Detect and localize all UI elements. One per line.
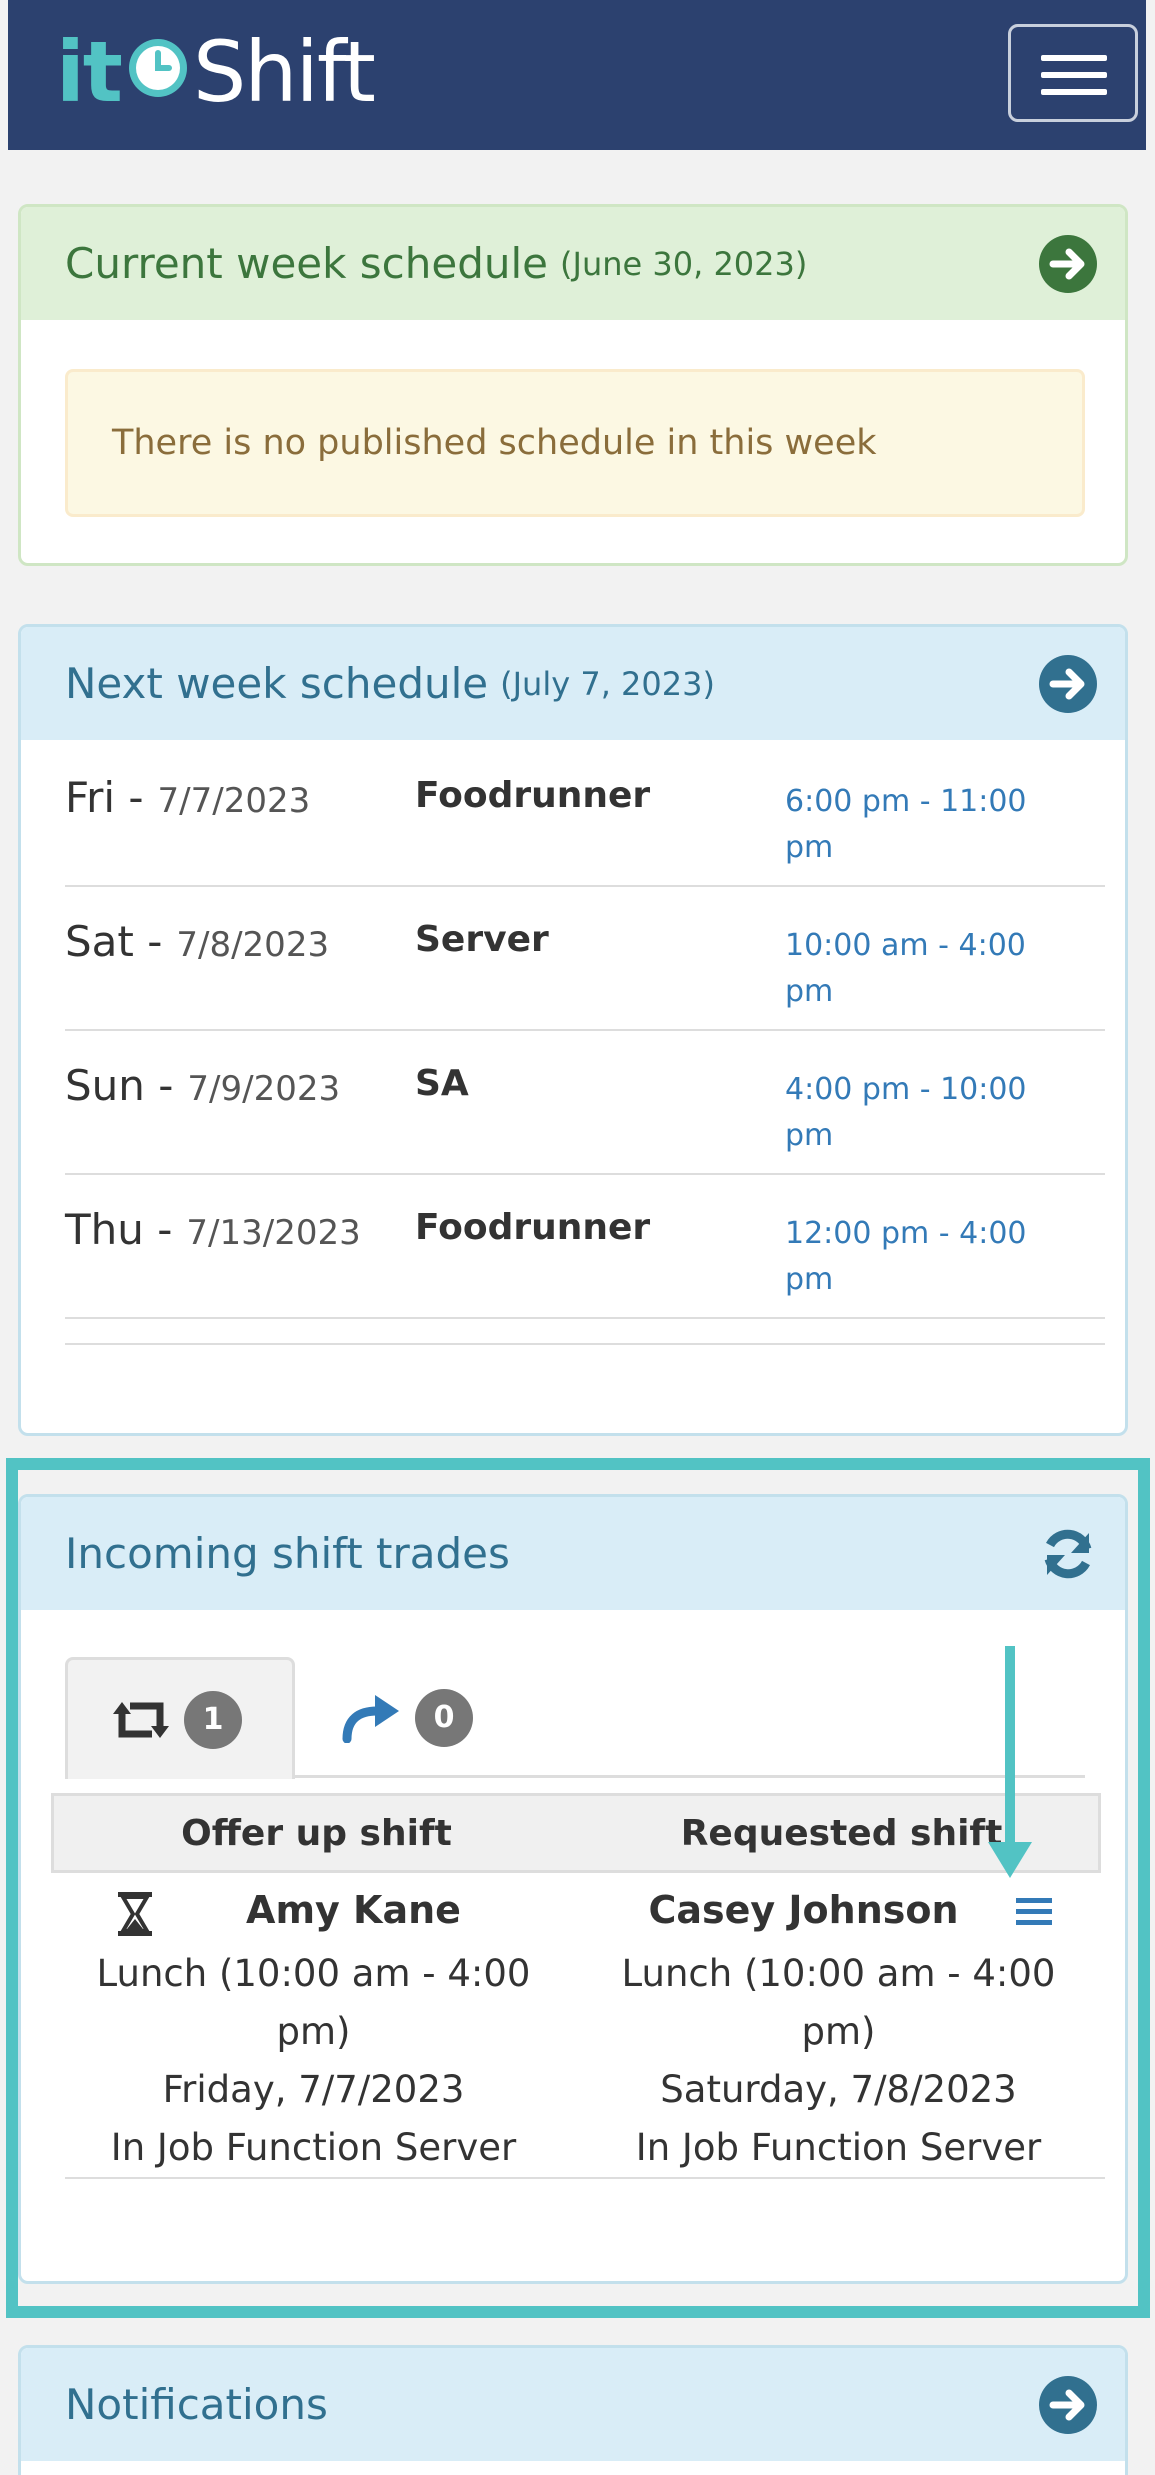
schedule-day-name: Fri - xyxy=(65,773,144,822)
logo-text-it: it xyxy=(56,23,123,121)
arrow-circle-right-icon[interactable] xyxy=(1037,2374,1099,2436)
requested-shift-cell: Casey Johnson Lunch (10:00 am - 4:00 pm)… xyxy=(576,1875,1101,2177)
list-icon[interactable] xyxy=(1014,1895,1054,1929)
current-week-panel: Current week schedule (June 30, 2023) Th… xyxy=(18,204,1128,566)
requested-job-function: In Job Function Server xyxy=(635,2126,1042,2169)
schedule-date: 7/7/2023 xyxy=(157,781,311,821)
notifications-title: Notifications xyxy=(65,2380,328,2429)
current-week-title: Current week schedule (June 30, 2023) xyxy=(65,207,807,320)
shift-trades-title: Incoming shift trades xyxy=(65,1529,510,1578)
trade-row-divider xyxy=(65,2177,1105,2179)
trade-table-header: Offer up shift Requested shift xyxy=(51,1793,1101,1873)
requested-shift-time: Lunch (10:00 am - 4:00 pm) xyxy=(621,1952,1056,2053)
hamburger-menu-icon xyxy=(1041,89,1107,95)
notifications-header: Notifications xyxy=(21,2348,1125,2461)
schedule-time: 6:00 pm - 11:00 pm xyxy=(785,784,1027,865)
schedule-day-name: Thu - xyxy=(65,1205,173,1254)
hourglass-icon xyxy=(118,1892,152,1936)
current-week-date: (June 30, 2023) xyxy=(560,244,808,283)
hamburger-menu-icon xyxy=(1041,55,1107,61)
navbar: Tab it Shift xyxy=(8,0,1146,285)
notifications-panel: Notifications xyxy=(18,2345,1128,2475)
schedule-time: 10:00 am - 4:00 pm xyxy=(785,928,1026,1009)
share-arrow-icon xyxy=(342,1695,399,1743)
schedule-day-name: Sat - xyxy=(65,917,163,966)
clock-icon xyxy=(125,30,191,114)
offer-shift-time: Lunch (10:00 am - 4:00 pm) xyxy=(96,1952,531,2053)
schedule-date: 7/8/2023 xyxy=(176,925,330,965)
schedule-row[interactable]: Fri - 7/7/2023 Foodrunner 6:00 pm - 11:00… xyxy=(65,743,1105,887)
app-logo[interactable]: Tab it Shift xyxy=(56,22,376,285)
hamburger-menu-button[interactable] xyxy=(1008,24,1138,122)
schedule-time: 4:00 pm - 10:00 pm xyxy=(785,1072,1027,1153)
schedule-role: Server xyxy=(415,919,549,960)
shift-trades-panel: Incoming shift trades 1 0 Offer up shift… xyxy=(18,1494,1128,2284)
shift-trades-header: Incoming shift trades xyxy=(21,1497,1125,1610)
requested-shift-date: Saturday, 7/8/2023 xyxy=(660,2068,1017,2111)
schedule-day-name: Sun - xyxy=(65,1061,174,1110)
offer-job-function: In Job Function Server xyxy=(110,2126,517,2169)
schedule-divider xyxy=(65,1343,1105,1345)
schedule-date: 7/13/2023 xyxy=(186,1213,361,1253)
no-schedule-alert: There is no published schedule in this w… xyxy=(65,369,1085,517)
current-week-title-text: Current week schedule xyxy=(65,239,549,288)
offer-shift-cell: Amy Kane Lunch (10:00 am - 4:00 pm) Frid… xyxy=(51,1875,576,2177)
outgoing-trades-count-badge: 0 xyxy=(415,1689,473,1747)
column-header-offer: Offer up shift xyxy=(181,1812,452,1854)
schedule-row[interactable]: Sat - 7/8/2023 Server 10:00 am - 4:00 pm xyxy=(65,887,1105,1031)
next-week-panel: Next week schedule (July 7, 2023) Fri - 7… xyxy=(18,624,1128,1436)
next-week-header: Next week schedule (July 7, 2023) xyxy=(21,627,1125,740)
tab-outgoing-trades[interactable]: 0 xyxy=(321,1657,521,1779)
schedule-row[interactable]: Thu - 7/13/2023 Foodrunner 12:00 pm - 4:0… xyxy=(65,1175,1105,1319)
refresh-icon[interactable] xyxy=(1037,1523,1099,1585)
arrow-circle-right-icon[interactable] xyxy=(1037,233,1099,295)
page: Tab it Shift Current week schedule (June… xyxy=(0,0,1155,2475)
schedule-day: Sat - 7/8/2023 xyxy=(65,917,329,966)
offer-shift-date: Friday, 7/7/2023 xyxy=(162,2068,465,2111)
tab-incoming-trades[interactable]: 1 xyxy=(65,1657,295,1779)
schedule-day: Fri - 7/7/2023 xyxy=(65,773,310,822)
schedule-time: 12:00 pm - 4:00 pm xyxy=(785,1216,1027,1297)
schedule-role: Foodrunner xyxy=(415,1207,651,1248)
arrow-circle-right-icon[interactable] xyxy=(1037,653,1099,715)
hamburger-menu-icon xyxy=(1041,72,1107,78)
annotation-arrow-shaft xyxy=(1005,1646,1015,1844)
next-week-title: Next week schedule (July 7, 2023) xyxy=(65,627,715,740)
next-week-title-text: Next week schedule xyxy=(65,659,489,708)
retweet-icon xyxy=(113,1701,169,1738)
schedule-role: Foodrunner xyxy=(415,775,651,816)
schedule-role: SA xyxy=(415,1063,469,1104)
schedule-date: 7/9/2023 xyxy=(187,1069,341,1109)
annotation-arrow-head xyxy=(988,1842,1032,1878)
incoming-trades-count-badge: 1 xyxy=(184,1690,242,1749)
current-week-header: Current week schedule (June 30, 2023) xyxy=(21,207,1125,320)
next-week-date: (July 7, 2023) xyxy=(500,664,715,703)
schedule-row[interactable]: Sun - 7/9/2023 SA 4:00 pm - 10:00 pm xyxy=(65,1031,1105,1175)
schedule-day: Thu - 7/13/2023 xyxy=(65,1205,361,1254)
logo-text-shift: Shift xyxy=(192,23,376,121)
schedule-day: Sun - 7/9/2023 xyxy=(65,1061,340,1110)
